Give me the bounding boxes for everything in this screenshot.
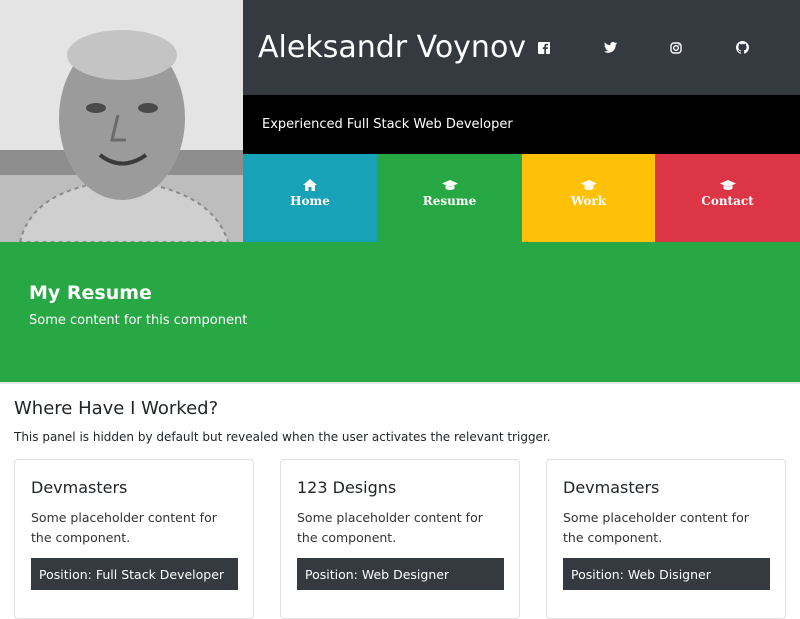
resume-text: Some content for this component: [29, 313, 248, 328]
card-title: Devmasters: [563, 478, 660, 497]
work-card: 123 Designs Some placeholder content for…: [280, 459, 520, 619]
page-title: Aleksandr Voynov: [258, 30, 527, 65]
card-body: Some placeholder content for the compone…: [563, 510, 749, 545]
work-subtitle: This panel is hidden by default but reve…: [14, 430, 551, 444]
tab-contact-label: Contact: [701, 194, 754, 208]
card-body: Some placeholder content for the compone…: [31, 510, 217, 545]
card-title: Devmasters: [31, 478, 128, 497]
work-title: Where Have I Worked?: [14, 398, 219, 419]
resume-panel: My Resume Some content for this componen…: [0, 242, 800, 382]
card-title: 123 Designs: [297, 478, 397, 497]
graduation-cap-icon: [580, 178, 597, 192]
card-body: Some placeholder content for the compone…: [297, 510, 483, 545]
graduation-cap-icon: [719, 178, 736, 192]
header-bar: Aleksandr Voynov: [243, 0, 800, 95]
work-section: Where Have I Worked? This panel is hidde…: [0, 382, 800, 619]
tagline: Experienced Full Stack Web Developer: [262, 117, 513, 132]
tab-work-label: Work: [570, 194, 607, 208]
github-icon[interactable]: [734, 40, 750, 56]
home-icon: [303, 178, 317, 192]
card-position: Position: Web Disigner: [563, 558, 770, 590]
tab-resume[interactable]: Resume: [377, 154, 522, 242]
resume-title: My Resume: [29, 282, 152, 304]
work-card: Devmasters Some placeholder content for …: [14, 459, 254, 619]
graduation-cap-icon: [441, 178, 458, 192]
nav-tabs: Home Resume Work Contact: [243, 154, 800, 242]
tab-work[interactable]: Work: [522, 154, 655, 242]
tab-resume-label: Resume: [422, 194, 477, 208]
twitter-icon[interactable]: [602, 40, 618, 56]
card-position: Position: Web Designer: [297, 558, 504, 590]
tab-contact[interactable]: Contact: [655, 154, 800, 242]
tab-home-label: Home: [290, 194, 330, 208]
work-card: Devmasters Some placeholder content for …: [546, 459, 786, 619]
instagram-icon[interactable]: [668, 40, 684, 56]
card-position: Position: Full Stack Developer: [31, 558, 238, 590]
tab-home[interactable]: Home: [243, 154, 377, 242]
tagline-bar: Experienced Full Stack Web Developer: [243, 95, 800, 154]
facebook-icon[interactable]: [536, 40, 552, 56]
profile-photo: [0, 0, 243, 242]
social-links: [536, 40, 800, 56]
